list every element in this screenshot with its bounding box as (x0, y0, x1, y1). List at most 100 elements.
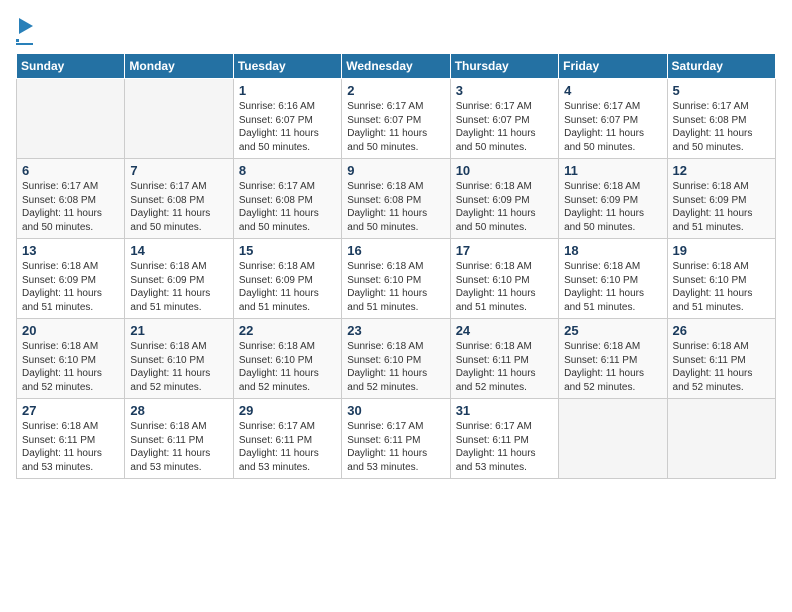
logo-line (16, 39, 19, 42)
logo-triangle-icon (19, 18, 33, 39)
calendar-cell: 12 Sunrise: 6:18 AMSunset: 6:09 PMDayligh… (667, 159, 775, 239)
day-info: Sunrise: 6:18 AMSunset: 6:10 PMDaylight:… (564, 260, 661, 314)
calendar-cell: 27 Sunrise: 6:18 AMSunset: 6:11 PMDayligh… (17, 399, 125, 479)
day-number: 15 (239, 243, 336, 258)
calendar-week-row: 27 Sunrise: 6:18 AMSunset: 6:11 PMDayligh… (17, 399, 776, 479)
day-number: 11 (564, 163, 661, 178)
calendar-cell: 31 Sunrise: 6:17 AMSunset: 6:11 PMDayligh… (450, 399, 558, 479)
calendar-table: SundayMondayTuesdayWednesdayThursdayFrid… (16, 53, 776, 479)
day-number: 8 (239, 163, 336, 178)
day-info: Sunrise: 6:18 AMSunset: 6:11 PMDaylight:… (22, 420, 119, 474)
logo (16, 16, 33, 45)
day-number: 28 (130, 403, 227, 418)
day-number: 16 (347, 243, 444, 258)
calendar-cell: 14Sunrise: 6:18 AMSunset: 6:09 PMDayligh… (125, 239, 233, 319)
day-info: Sunrise: 6:18 AMSunset: 6:09 PMDaylight:… (673, 180, 770, 234)
calendar-cell: 28 Sunrise: 6:18 AMSunset: 6:11 PMDayligh… (125, 399, 233, 479)
calendar-cell: 16 Sunrise: 6:18 AMSunset: 6:10 PMDayligh… (342, 239, 450, 319)
day-number: 6 (22, 163, 119, 178)
day-number: 19 (673, 243, 770, 258)
calendar-header-row: SundayMondayTuesdayWednesdayThursdayFrid… (17, 54, 776, 79)
day-number: 27 (22, 403, 119, 418)
day-info: Sunrise: 6:16 AMSunset: 6:07 PMDaylight:… (239, 100, 336, 154)
calendar-cell: 29 Sunrise: 6:17 AMSunset: 6:11 PMDayligh… (233, 399, 341, 479)
calendar-cell: 2 Sunrise: 6:17 AMSunset: 6:07 PMDaylight… (342, 79, 450, 159)
logo-underline (16, 43, 33, 45)
day-number: 30 (347, 403, 444, 418)
day-info: Sunrise: 6:17 AMSunset: 6:07 PMDaylight:… (456, 100, 553, 154)
calendar-cell: 4Sunrise: 6:17 AMSunset: 6:07 PMDaylight… (559, 79, 667, 159)
day-info: Sunrise: 6:17 AMSunset: 6:08 PMDaylight:… (239, 180, 336, 234)
day-info: Sunrise: 6:18 AMSunset: 6:11 PMDaylight:… (673, 340, 770, 394)
calendar-cell: 22 Sunrise: 6:18 AMSunset: 6:10 PMDayligh… (233, 319, 341, 399)
calendar-cell: 26 Sunrise: 6:18 AMSunset: 6:11 PMDayligh… (667, 319, 775, 399)
calendar-cell: 15 Sunrise: 6:18 AMSunset: 6:09 PMDayligh… (233, 239, 341, 319)
day-number: 18 (564, 243, 661, 258)
day-number: 29 (239, 403, 336, 418)
calendar-cell: 21 Sunrise: 6:18 AMSunset: 6:10 PMDayligh… (125, 319, 233, 399)
day-info: Sunrise: 6:18 AMSunset: 6:09 PMDaylight:… (564, 180, 661, 234)
calendar-cell: 18 Sunrise: 6:18 AMSunset: 6:10 PMDayligh… (559, 239, 667, 319)
day-number: 2 (347, 83, 444, 98)
day-number: 13 (22, 243, 119, 258)
day-info: Sunrise: 6:18 AMSunset: 6:09 PMDaylight:… (456, 180, 553, 234)
day-info: Sunrise: 6:17 AMSunset: 6:08 PMDaylight:… (673, 100, 770, 154)
calendar-cell: 11 Sunrise: 6:18 AMSunset: 6:09 PMDayligh… (559, 159, 667, 239)
day-info: Sunrise: 6:18 AMSunset: 6:11 PMDaylight:… (456, 340, 553, 394)
calendar-header-sunday: Sunday (17, 54, 125, 79)
day-number: 31 (456, 403, 553, 418)
day-info: Sunrise: 6:18 AMSunset: 6:10 PMDaylight:… (239, 340, 336, 394)
calendar-cell (17, 79, 125, 159)
day-number: 17 (456, 243, 553, 258)
day-info: Sunrise: 6:18 AMSunset: 6:10 PMDaylight:… (130, 340, 227, 394)
calendar-cell: 25 Sunrise: 6:18 AMSunset: 6:11 PMDayligh… (559, 319, 667, 399)
day-number: 9 (347, 163, 444, 178)
calendar-cell: 30 Sunrise: 6:17 AMSunset: 6:11 PMDayligh… (342, 399, 450, 479)
day-info: Sunrise: 6:18 AMSunset: 6:11 PMDaylight:… (564, 340, 661, 394)
day-info: Sunrise: 6:18 AMSunset: 6:10 PMDaylight:… (456, 260, 553, 314)
day-number: 20 (22, 323, 119, 338)
calendar-cell: 17 Sunrise: 6:18 AMSunset: 6:10 PMDayligh… (450, 239, 558, 319)
calendar-header-saturday: Saturday (667, 54, 775, 79)
calendar-cell (667, 399, 775, 479)
day-number: 7 (130, 163, 227, 178)
day-info: Sunrise: 6:18 AMSunset: 6:09 PMDaylight:… (22, 260, 119, 314)
calendar-cell: 19 Sunrise: 6:18 AMSunset: 6:10 PMDayligh… (667, 239, 775, 319)
day-info: Sunrise: 6:17 AMSunset: 6:11 PMDaylight:… (347, 420, 444, 474)
day-info: Sunrise: 6:18 AMSunset: 6:11 PMDaylight:… (130, 420, 227, 474)
calendar-week-row: 20 Sunrise: 6:18 AMSunset: 6:10 PMDayligh… (17, 319, 776, 399)
day-number: 23 (347, 323, 444, 338)
day-info: Sunrise: 6:18 AMSunset: 6:08 PMDaylight:… (347, 180, 444, 234)
calendar-cell: 5Sunrise: 6:17 AMSunset: 6:08 PMDaylight… (667, 79, 775, 159)
calendar-cell: 9 Sunrise: 6:18 AMSunset: 6:08 PMDaylight… (342, 159, 450, 239)
day-number: 24 (456, 323, 553, 338)
calendar-header-tuesday: Tuesday (233, 54, 341, 79)
calendar-week-row: 6 Sunrise: 6:17 AMSunset: 6:08 PMDaylight… (17, 159, 776, 239)
calendar-cell: 7Sunrise: 6:17 AMSunset: 6:08 PMDaylight… (125, 159, 233, 239)
day-info: Sunrise: 6:17 AMSunset: 6:11 PMDaylight:… (239, 420, 336, 474)
day-number: 21 (130, 323, 227, 338)
calendar-week-row: 1 Sunrise: 6:16 AMSunset: 6:07 PMDaylight… (17, 79, 776, 159)
calendar-header-wednesday: Wednesday (342, 54, 450, 79)
calendar-cell: 6 Sunrise: 6:17 AMSunset: 6:08 PMDaylight… (17, 159, 125, 239)
day-number: 1 (239, 83, 336, 98)
day-info: Sunrise: 6:18 AMSunset: 6:09 PMDaylight:… (239, 260, 336, 314)
day-info: Sunrise: 6:17 AMSunset: 6:11 PMDaylight:… (456, 420, 553, 474)
calendar-cell: 24 Sunrise: 6:18 AMSunset: 6:11 PMDayligh… (450, 319, 558, 399)
calendar-cell: 8 Sunrise: 6:17 AMSunset: 6:08 PMDaylight… (233, 159, 341, 239)
calendar-cell: 1 Sunrise: 6:16 AMSunset: 6:07 PMDaylight… (233, 79, 341, 159)
day-number: 26 (673, 323, 770, 338)
calendar-week-row: 13 Sunrise: 6:18 AMSunset: 6:09 PMDayligh… (17, 239, 776, 319)
day-info: Sunrise: 6:17 AMSunset: 6:08 PMDaylight:… (22, 180, 119, 234)
day-number: 22 (239, 323, 336, 338)
day-info: Sunrise: 6:18 AMSunset: 6:10 PMDaylight:… (673, 260, 770, 314)
day-info: Sunrise: 6:17 AMSunset: 6:07 PMDaylight:… (347, 100, 444, 154)
day-info: Sunrise: 6:18 AMSunset: 6:10 PMDaylight:… (22, 340, 119, 394)
day-info: Sunrise: 6:18 AMSunset: 6:10 PMDaylight:… (347, 260, 444, 314)
day-number: 10 (456, 163, 553, 178)
day-number: 25 (564, 323, 661, 338)
day-info: Sunrise: 6:17 AMSunset: 6:07 PMDaylight:… (564, 100, 661, 154)
calendar-header-friday: Friday (559, 54, 667, 79)
day-number: 14 (130, 243, 227, 258)
day-number: 12 (673, 163, 770, 178)
